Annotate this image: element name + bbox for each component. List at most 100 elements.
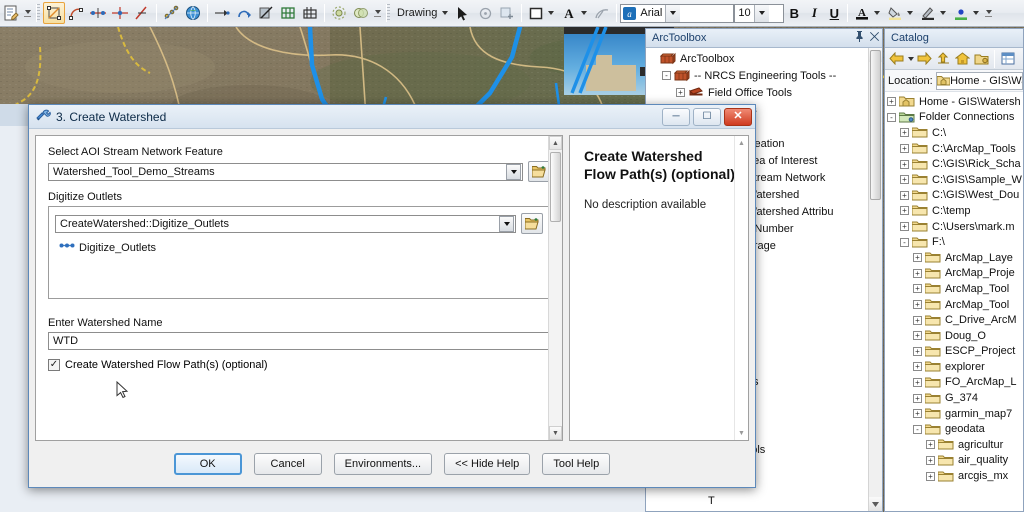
digitize-outlets-combo[interactable]: CreateWatershed::Digitize_Outlets (55, 214, 516, 233)
digitize-outlets-list[interactable]: Digitize_Outlets (55, 236, 543, 298)
expand-icon[interactable]: + (900, 159, 909, 169)
tree-item[interactable]: + C:\GIS\Sample_W (885, 172, 1023, 188)
font-size-combo[interactable]: 10 (734, 3, 785, 23)
font-name-combo[interactable]: a Arial (620, 3, 735, 23)
expand-icon[interactable]: + (926, 471, 935, 481)
line-color-caret-icon[interactable] (940, 11, 947, 15)
font-name-dropdown-icon[interactable] (665, 4, 681, 22)
scroll-down-icon[interactable] (869, 497, 882, 511)
select-elements-icon[interactable] (452, 2, 474, 24)
tree-item[interactable]: + ArcMap_Laye (885, 250, 1023, 266)
hide-help-button[interactable]: << Hide Help (444, 453, 531, 475)
tree-item[interactable]: + ArcMap_Proje (885, 266, 1023, 282)
ok-button[interactable]: OK (173, 453, 242, 475)
drawing-overflow-icon[interactable] (983, 2, 994, 24)
tree-item[interactable]: T (646, 492, 882, 509)
drawing-toolbar-grip-icon[interactable] (386, 4, 390, 22)
back-dropdown-icon[interactable] (906, 56, 915, 61)
tree-item[interactable]: + C:\GIS\Rick_Scha (885, 156, 1023, 172)
font-color-icon[interactable]: A (851, 2, 873, 24)
tree-item[interactable]: + C:\ (885, 125, 1023, 141)
merge-icon[interactable] (277, 2, 299, 24)
list-item[interactable]: Digitize_Outlets (59, 240, 541, 255)
line-color-icon[interactable] (917, 2, 939, 24)
tree-item[interactable]: ArcToolbox (646, 50, 882, 67)
split-vertices-icon[interactable] (87, 2, 109, 24)
expand-icon[interactable]: + (676, 88, 685, 97)
add-vertex-icon[interactable] (109, 2, 131, 24)
digitize-outlets-group[interactable]: CreateWatershed::Digitize_Outlets Digiti… (48, 206, 550, 299)
pin-icon[interactable] (852, 31, 867, 45)
expand-icon[interactable]: + (900, 206, 909, 216)
rotate-element-icon[interactable] (474, 2, 496, 24)
tree-item[interactable]: + C_Drive_ArcM (885, 312, 1023, 328)
tree-item[interactable]: + C:\temp (885, 203, 1023, 219)
expand-icon[interactable]: + (913, 300, 922, 310)
topology-globe-icon[interactable] (182, 2, 204, 24)
catalog-location-input[interactable]: Home - GIS\Wat (935, 71, 1023, 90)
expand-icon[interactable]: + (926, 455, 935, 465)
marker-color-caret-icon[interactable] (973, 11, 980, 15)
edit-tool-icon[interactable] (0, 2, 22, 24)
add-graphic-icon[interactable] (496, 2, 518, 24)
arctoolbox-scrollbar[interactable] (868, 48, 882, 511)
scroll-up-icon[interactable]: ▲ (735, 136, 748, 150)
fill-color-icon[interactable] (884, 2, 906, 24)
tree-item[interactable]: + agricultur (885, 437, 1023, 453)
scroll-down-icon[interactable]: ▼ (735, 426, 748, 440)
tree-item[interactable]: - F:\ (885, 234, 1023, 250)
expand-icon[interactable]: + (900, 128, 909, 138)
flow-path-checkbox-row[interactable]: ✓ Create Watershed Flow Path(s) (optiona… (48, 359, 550, 371)
collapse-icon[interactable]: - (900, 237, 909, 247)
new-text-icon[interactable]: A (558, 2, 580, 24)
watershed-name-input[interactable]: WTD (48, 332, 550, 350)
expand-icon[interactable]: + (900, 190, 909, 200)
tree-item[interactable]: + Home - GIS\Watersh (885, 94, 1023, 110)
scrollbar-thumb[interactable] (550, 152, 561, 222)
text-dropdown-caret-icon[interactable] (581, 11, 588, 15)
attribute-transfer-icon[interactable] (211, 2, 233, 24)
collapse-icon[interactable]: - (913, 424, 922, 434)
parameters-scrollbar[interactable]: ▲ ▼ (548, 136, 562, 440)
rectangle-dropdown-caret-icon[interactable] (548, 11, 555, 15)
drawing-menu-caret-icon[interactable] (442, 11, 449, 15)
fill-color-caret-icon[interactable] (907, 11, 914, 15)
catalog-tree[interactable]: + Home - GIS\Watersh - Folder Connections + C… (885, 92, 1023, 511)
collapse-icon[interactable]: - (887, 112, 896, 122)
tree-item[interactable]: + explorer (885, 359, 1023, 375)
reshape-feature-icon[interactable] (233, 2, 255, 24)
expand-icon[interactable]: + (900, 222, 909, 232)
construct-points-icon[interactable] (160, 2, 182, 24)
expand-icon[interactable]: + (913, 284, 922, 294)
tree-item[interactable]: + C:\ArcMap_Tools (885, 141, 1023, 157)
bold-button[interactable]: B (784, 6, 804, 21)
tree-item[interactable]: - Folder Connections (885, 110, 1023, 126)
expand-icon[interactable]: + (913, 409, 922, 419)
expand-icon[interactable]: + (900, 144, 909, 154)
aoi-stream-network-combo[interactable]: Watershed_Tool_Demo_Streams (48, 162, 523, 181)
digitize-outlets-browse-button[interactable] (521, 213, 543, 234)
home-icon[interactable] (953, 49, 972, 68)
scroll-down-icon[interactable]: ▼ (549, 426, 562, 440)
font-color-caret-icon[interactable] (874, 11, 881, 15)
expand-icon[interactable]: + (913, 377, 922, 387)
tree-item[interactable]: + ArcMap_Tool (885, 281, 1023, 297)
dialog-parameters-pane[interactable]: Select AOI Stream Network Feature Waters… (35, 135, 563, 441)
expand-icon[interactable]: + (913, 268, 922, 278)
drawing-menu-label[interactable]: Drawing (393, 7, 441, 19)
new-rectangle-icon[interactable] (525, 2, 547, 24)
tree-item[interactable]: + ArcMap_Tool (885, 297, 1023, 313)
tree-item[interactable]: + Doug_O (885, 328, 1023, 344)
tree-item[interactable]: + garmin_map7 (885, 406, 1023, 422)
rotate-text-icon[interactable] (591, 2, 613, 24)
expand-icon[interactable]: + (913, 362, 922, 372)
sketch-arc-icon[interactable] (65, 2, 87, 24)
scrollbar-thumb[interactable] (870, 50, 881, 200)
collapse-icon[interactable]: - (662, 71, 671, 80)
font-size-dropdown-icon[interactable] (753, 4, 769, 22)
underline-button[interactable]: U (824, 6, 844, 21)
dialog-title-bar[interactable]: 3. Create Watershed ─ ☐ ✕ (29, 105, 755, 129)
maximize-icon[interactable]: ☐ (693, 107, 721, 126)
expand-icon[interactable]: + (913, 393, 922, 403)
expand-icon[interactable]: + (900, 175, 909, 185)
